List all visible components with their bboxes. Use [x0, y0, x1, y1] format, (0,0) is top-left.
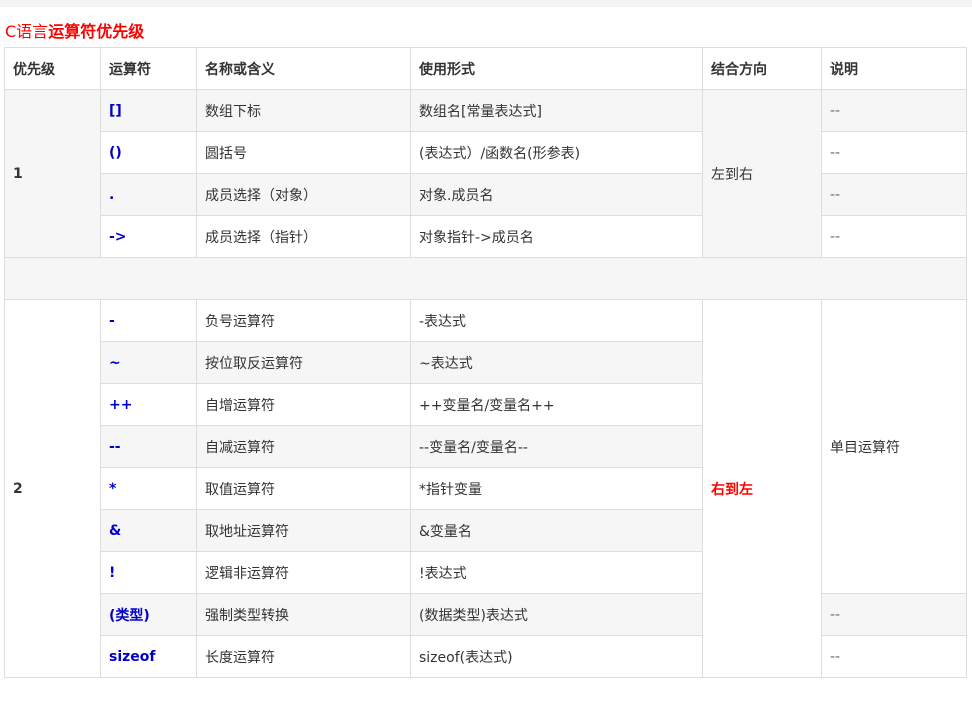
name-cell: 成员选择（指针）	[196, 215, 411, 258]
name-cell: 取地址运算符	[196, 509, 411, 552]
operator-cell: ->	[100, 215, 197, 258]
header-form: 使用形式	[410, 47, 703, 90]
note-cell: --	[821, 131, 967, 174]
operator-cell: --	[100, 425, 197, 468]
name-cell: 取值运算符	[196, 467, 411, 510]
form-cell: !表达式	[410, 551, 703, 594]
form-cell: &变量名	[410, 509, 703, 552]
table-row: 1 [] 数组下标 数组名[常量表达式] 左到右 --	[4, 89, 967, 258]
operator-cell: !	[100, 551, 197, 594]
operator-cell: *	[100, 467, 197, 510]
direction-cell: 右到左	[702, 299, 822, 678]
name-cell: 成员选择（对象）	[196, 173, 411, 216]
name-cell: 逻辑非运算符	[196, 551, 411, 594]
separator-cell	[4, 257, 967, 300]
header-operator: 运算符	[100, 47, 197, 90]
name-cell: 自增运算符	[196, 383, 411, 426]
table-row: -> 成员选择（指针） 对象指针->成员名 --	[4, 215, 967, 258]
table-header-row: 优先级 运算符 名称或含义 使用形式 结合方向 说明	[4, 47, 967, 90]
operator-cell: ++	[100, 383, 197, 426]
header-note: 说明	[821, 47, 967, 90]
form-cell: *指针变量	[410, 467, 703, 510]
operator-cell: []	[100, 89, 197, 132]
form-cell: (数据类型)表达式	[410, 593, 703, 636]
title-prefix: C语言	[5, 22, 49, 41]
form-cell: (表达式）/函数名(形参表)	[410, 131, 703, 174]
note-cell: --	[821, 635, 967, 678]
note-cell: --	[821, 215, 967, 258]
form-cell: 对象.成员名	[410, 173, 703, 216]
name-cell: 圆括号	[196, 131, 411, 174]
name-cell: 长度运算符	[196, 635, 411, 678]
precedence-table: 优先级 运算符 名称或含义 使用形式 结合方向 说明 1 [] 数组下标 数组名…	[4, 47, 967, 678]
table-row: . 成员选择（对象） 对象.成员名 --	[4, 173, 967, 216]
name-cell: 强制类型转换	[196, 593, 411, 636]
form-cell: 数组名[常量表达式]	[410, 89, 703, 132]
header-name: 名称或含义	[196, 47, 411, 90]
name-cell: 按位取反运算符	[196, 341, 411, 384]
form-cell: ++变量名/变量名++	[410, 383, 703, 426]
name-cell: 数组下标	[196, 89, 411, 132]
separator-row	[4, 257, 967, 300]
name-cell: 负号运算符	[196, 299, 411, 342]
operator-cell: sizeof	[100, 635, 197, 678]
top-divider	[0, 0, 972, 7]
header-priority: 优先级	[4, 47, 101, 90]
operator-cell: ~	[100, 341, 197, 384]
form-cell: ~表达式	[410, 341, 703, 384]
table-row: () 圆括号 (表达式）/函数名(形参表) --	[4, 131, 967, 174]
header-direction: 结合方向	[702, 47, 822, 90]
priority-cell: 1	[4, 89, 101, 258]
note-cell: --	[821, 173, 967, 216]
note-cell: 单目运算符	[821, 299, 967, 594]
form-cell: sizeof(表达式)	[410, 635, 703, 678]
note-cell: --	[821, 89, 967, 132]
title-main: 运算符优先级	[48, 22, 145, 41]
page-title: C语言运算符优先级	[5, 22, 144, 42]
table-row: sizeof 长度运算符 sizeof(表达式) --	[4, 635, 967, 678]
table-row: 2 - 负号运算符 -表达式 右到左 单目运算符	[4, 299, 967, 678]
operator-cell: .	[100, 173, 197, 216]
note-cell: --	[821, 593, 967, 636]
table-row: (类型) 强制类型转换 (数据类型)表达式 --	[4, 593, 967, 636]
form-cell: 对象指针->成员名	[410, 215, 703, 258]
direction-cell: 左到右	[702, 89, 822, 258]
operator-cell: -	[100, 299, 197, 342]
operator-cell: &	[100, 509, 197, 552]
name-cell: 自减运算符	[196, 425, 411, 468]
priority-cell: 2	[4, 299, 101, 678]
form-cell: -表达式	[410, 299, 703, 342]
operator-cell: ()	[100, 131, 197, 174]
form-cell: --变量名/变量名--	[410, 425, 703, 468]
operator-cell: (类型)	[100, 593, 197, 636]
